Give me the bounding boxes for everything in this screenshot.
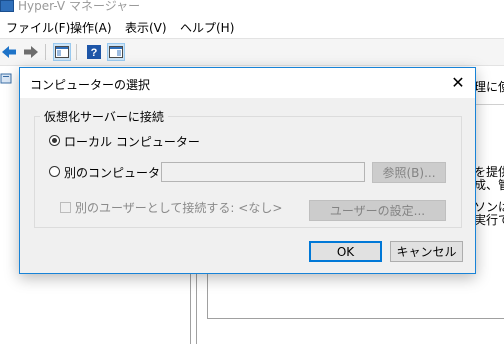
ok-button[interactable]: OK xyxy=(309,241,382,262)
menu-file[interactable]: ファイル(F) xyxy=(6,19,70,36)
svg-text:?: ? xyxy=(91,47,98,59)
menu-help[interactable]: ヘルプ(H) xyxy=(180,19,234,36)
menu-view[interactable]: 表示(V) xyxy=(125,19,167,36)
bg-text-line: 実行で xyxy=(474,213,504,227)
browse-button[interactable]: 参照(B)... xyxy=(372,162,446,183)
other-computer-radio[interactable] xyxy=(49,166,60,177)
main-title-bar: Hyper-V マネージャー xyxy=(0,0,504,14)
set-user-button[interactable]: ユーザーの設定... xyxy=(309,200,446,221)
main-window-title: Hyper-V マネージャー xyxy=(18,0,141,13)
menu-action[interactable]: 操作(A) xyxy=(70,19,112,36)
action-pane-icon[interactable] xyxy=(107,43,125,61)
toolbar: ? xyxy=(0,38,504,66)
toolbar-separator xyxy=(76,44,77,60)
menu-bar: ファイル(F) 操作(A) 表示(V) ヘルプ(H) xyxy=(0,15,504,37)
details-pane xyxy=(207,270,504,319)
help-icon[interactable]: ? xyxy=(85,43,103,61)
local-computer-label[interactable]: ローカル コンピューター xyxy=(64,133,200,150)
connect-as-checkbox[interactable] xyxy=(60,202,71,213)
toolbar-separator xyxy=(45,44,46,60)
bg-text-line: 成、管 xyxy=(474,178,504,192)
select-computer-dialog: コンピューターの選択 ✕ 仮想化サーバーに接続 ローカル コンピューター 別のコ… xyxy=(19,67,476,274)
server-tree-icon[interactable] xyxy=(0,72,14,86)
computer-name-input[interactable] xyxy=(161,162,365,182)
dialog-title: コンピューターの選択 xyxy=(30,78,151,92)
group-label: 仮想化サーバーに接続 xyxy=(40,108,168,125)
dialog-title-bar[interactable]: コンピューターの選択 ✕ xyxy=(20,68,475,98)
console-tree-icon[interactable] xyxy=(53,43,71,61)
local-computer-radio[interactable] xyxy=(49,135,60,146)
forward-arrow-icon[interactable] xyxy=(22,43,40,61)
hyperv-app-icon xyxy=(0,0,14,12)
pane-divider[interactable] xyxy=(196,262,197,344)
back-arrow-icon[interactable] xyxy=(0,43,18,61)
other-computer-label[interactable]: 別のコンピューター: xyxy=(64,164,176,181)
pane-divider[interactable] xyxy=(190,262,191,344)
bg-text-line: 理に使 xyxy=(474,80,504,94)
connect-as-label: 別のユーザーとして接続する: <なし> xyxy=(75,201,283,215)
cancel-button[interactable]: キャンセル xyxy=(390,241,463,262)
close-icon[interactable]: ✕ xyxy=(448,74,468,92)
